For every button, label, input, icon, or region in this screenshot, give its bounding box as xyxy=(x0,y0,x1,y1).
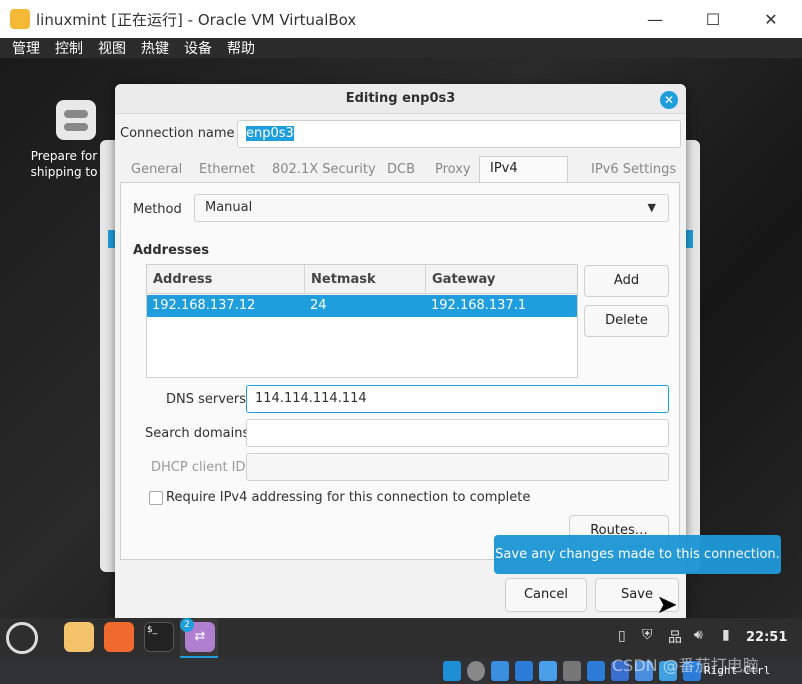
battery-icon[interactable]: ▮ xyxy=(722,627,730,643)
addresses-table: Address Netmask Gateway 192.168.137.12 2… xyxy=(146,264,578,378)
tab-general[interactable]: General xyxy=(131,158,182,182)
network-connections-task[interactable]: ⇄ 2 xyxy=(180,618,218,658)
connection-name-input[interactable]: enp0s3 xyxy=(246,126,294,141)
menu-hotkey[interactable]: 热键 xyxy=(141,38,169,58)
terminal-icon[interactable]: $_ xyxy=(144,622,174,652)
clock[interactable]: 22:51 xyxy=(746,630,787,645)
dns-servers-input[interactable]: 114.114.114.114 xyxy=(246,385,669,413)
chevron-down-icon: ▼ xyxy=(647,201,656,214)
dns-servers-label: DNS servers xyxy=(166,392,247,407)
watermark: CSDN @番茄打电脑 xyxy=(612,656,759,675)
window-count-badge: 2 xyxy=(180,618,194,632)
require-ipv4-label: Require IPv4 addressing for this connect… xyxy=(166,490,531,505)
hard-disk-icon[interactable] xyxy=(443,661,461,681)
tab-proxy[interactable]: Proxy xyxy=(435,158,471,182)
delete-button[interactable]: Delete xyxy=(584,305,669,337)
display-icon[interactable] xyxy=(587,661,605,681)
close-button[interactable]: ✕ xyxy=(748,0,794,38)
minimize-button[interactable]: — xyxy=(632,0,678,38)
dialog-close-icon[interactable]: ✕ xyxy=(660,91,678,109)
addresses-heading: Addresses xyxy=(133,243,209,258)
tab-8021x-security[interactable]: 802.1X Security xyxy=(272,158,376,182)
network-icon[interactable]: 品 xyxy=(668,627,682,647)
audio-icon[interactable] xyxy=(491,661,509,681)
cell-gateway: 192.168.137.1 xyxy=(431,298,527,313)
dhcp-client-id-label: DHCP client ID xyxy=(151,460,246,475)
desktop-icon-label: Prepare for shipping to end user xyxy=(30,149,98,182)
menu-manage[interactable]: 管理 xyxy=(12,38,40,58)
mouse-cursor-icon: ➤ xyxy=(656,590,678,620)
toggle-settings-icon[interactable] xyxy=(56,100,96,140)
mint-menu-icon[interactable] xyxy=(6,622,38,654)
menu-control[interactable]: 控制 xyxy=(55,38,83,58)
method-value: Manual xyxy=(205,200,253,215)
virtualbox-icon xyxy=(10,9,30,29)
tab-dcb[interactable]: DCB xyxy=(387,158,415,182)
clipboard-icon[interactable]: ▯ xyxy=(618,628,626,644)
cell-address: 192.168.137.12 xyxy=(152,298,256,313)
ipv4-settings-panel: Method Manual ▼ Addresses Address Netmas… xyxy=(120,182,680,560)
files-icon[interactable] xyxy=(64,622,94,652)
method-select[interactable]: Manual ▼ xyxy=(194,194,669,222)
column-header-gateway[interactable]: Gateway xyxy=(426,265,577,294)
add-button[interactable]: Add xyxy=(584,265,669,297)
require-ipv4-checkbox[interactable] xyxy=(149,491,163,505)
cell-netmask: 24 xyxy=(310,298,327,313)
volume-icon[interactable]: 🔊︎ xyxy=(694,627,703,643)
menu-bar: 管理 控制 视图 热键 设备 帮助 xyxy=(0,38,802,58)
optical-drive-icon[interactable] xyxy=(467,661,485,681)
menu-view[interactable]: 视图 xyxy=(98,38,126,58)
network-adapter-icon[interactable] xyxy=(515,661,533,681)
method-label: Method xyxy=(133,202,182,217)
vbox-status-bar: Right Ctrl CSDN @番茄打电脑 xyxy=(0,656,802,684)
tab-ipv6-settings[interactable]: IPv6 Settings xyxy=(591,158,676,182)
search-domains-label: Search domains xyxy=(145,426,250,441)
maximize-button[interactable]: ☐ xyxy=(690,0,736,38)
column-header-netmask[interactable]: Netmask xyxy=(305,265,426,294)
window-title: linuxmint [正在运行] - Oracle VM VirtualBox xyxy=(36,10,357,29)
cancel-button[interactable]: Cancel xyxy=(505,578,587,612)
connection-name-label: Connection name xyxy=(120,126,235,141)
shield-icon[interactable]: ⛨ xyxy=(642,627,653,643)
firefox-icon[interactable] xyxy=(104,622,134,652)
shared-folder-icon[interactable] xyxy=(563,661,581,681)
tab-ipv4-settings[interactable]: IPv4 Settings xyxy=(479,156,568,200)
search-domains-input[interactable] xyxy=(246,419,669,447)
dialog-title: Editing enp0s3 xyxy=(115,84,686,114)
dhcp-client-id-input xyxy=(246,453,669,481)
save-tooltip: Save any changes made to this connection… xyxy=(494,535,781,574)
column-header-address[interactable]: Address xyxy=(147,265,305,294)
menu-devices[interactable]: 设备 xyxy=(184,38,212,58)
usb-icon[interactable] xyxy=(539,661,557,681)
window-titlebar: linuxmint [正在运行] - Oracle VM VirtualBox … xyxy=(0,0,802,38)
tab-ethernet[interactable]: Ethernet xyxy=(199,158,255,182)
menu-help[interactable]: 帮助 xyxy=(227,38,255,58)
